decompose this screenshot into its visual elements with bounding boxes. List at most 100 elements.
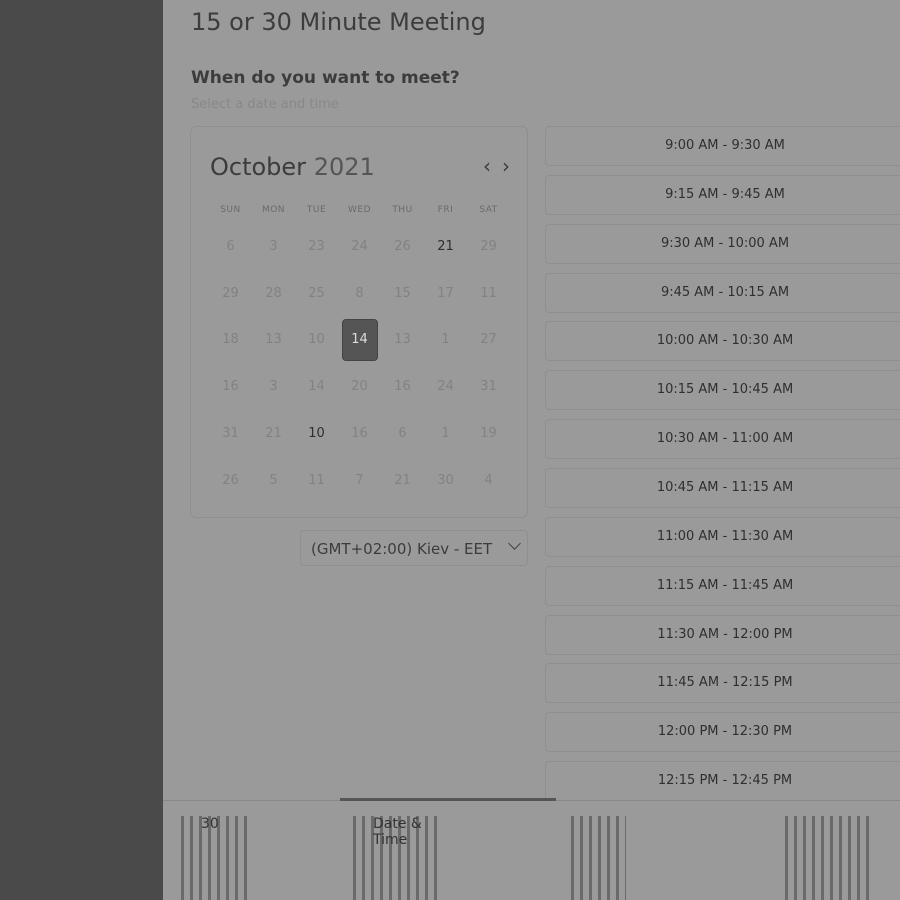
calendar-day: 26 xyxy=(394,238,411,254)
scheduler-panel: 15 or 30 Minute Meeting When do you want… xyxy=(163,0,900,900)
calendar-day: 11 xyxy=(308,472,325,488)
calendar-day: 18 xyxy=(222,332,239,348)
calendar-day: 13 xyxy=(265,332,282,348)
time-slot-label: 9:00 AM - 9:30 AM xyxy=(665,138,785,153)
calendar-day: 24 xyxy=(351,238,368,254)
calendar-day: 1 xyxy=(441,332,450,348)
calendar-day: 19 xyxy=(480,426,497,442)
calendar-day: 14 xyxy=(308,379,325,395)
calendar-day: 4 xyxy=(484,472,493,488)
calendar-day: 25 xyxy=(308,285,325,301)
calendar-day: 15 xyxy=(394,285,411,301)
calendar-day: 17 xyxy=(437,285,454,301)
time-slot-button[interactable]: 11:15 AM - 11:45 AM xyxy=(545,565,900,606)
weekday-label: THU xyxy=(392,205,413,215)
chevron-left-icon[interactable]: ‹ xyxy=(483,155,491,177)
time-slot-button[interactable]: 10:15 AM - 10:45 AM xyxy=(545,370,900,411)
calendar-day: 16 xyxy=(394,379,411,395)
time-slot-label: 11:00 AM - 11:30 AM xyxy=(656,528,794,544)
calendar-day: 21 xyxy=(265,426,282,442)
time-slot-label: 11:45 AM - 12:15 PM xyxy=(657,675,793,691)
time-slot-button[interactable]: 12:15 PM - 12:45 PM xyxy=(545,761,900,802)
calendar-day: 5 xyxy=(269,472,278,488)
time-slot-button[interactable]: 12:00 PM - 12:30 PM xyxy=(545,712,900,753)
time-slot-button[interactable]: 9:15 AM - 9:45 AM xyxy=(545,174,900,215)
day-number: 14 xyxy=(341,318,378,361)
left-panel xyxy=(0,0,163,900)
calendar-day-selected[interactable]: 14 xyxy=(338,317,381,364)
page-title: 15 or 30 Minute Meeting xyxy=(191,8,486,36)
year-name: 2021 xyxy=(313,153,375,181)
calendar-day: 29 xyxy=(222,285,239,301)
time-slot-button[interactable]: 11:30 AM - 12:00 PM xyxy=(545,614,900,655)
calendar-day: 23 xyxy=(308,238,325,254)
time-slot-button[interactable]: 11:45 AM - 12:15 PM xyxy=(545,663,900,704)
tab-icon xyxy=(785,816,870,900)
month-name: October xyxy=(210,153,307,181)
calendar-day: 8 xyxy=(355,285,364,301)
calendar-day: 13 xyxy=(394,332,411,348)
section-subtitle: Select a date and time xyxy=(191,97,339,112)
calendar-day: 21 xyxy=(394,472,411,488)
weekday-label: SAT xyxy=(479,205,498,215)
calendar-day: 3 xyxy=(269,238,278,254)
time-slot-label: 9:15 AM - 9:45 AM xyxy=(665,186,785,202)
time-slot-button[interactable]: 9:45 AM - 10:15 AM xyxy=(545,272,900,313)
calendar-day: 24 xyxy=(437,379,454,395)
active-tab-indicator xyxy=(340,798,556,801)
time-slot-button[interactable]: 10:45 AM - 11:15 AM xyxy=(545,467,900,508)
calendar-day: 11 xyxy=(480,285,497,301)
calendar-day: 27 xyxy=(480,332,497,348)
time-slot-button[interactable]: 10:00 AM - 10:30 AM xyxy=(545,321,900,362)
calendar-day: 6 xyxy=(226,238,235,254)
time-slot-button[interactable]: 11:00 AM - 11:30 AM xyxy=(545,516,900,557)
weekday-header: SUN MON TUE WED THU FRI SAT xyxy=(209,205,509,215)
tab-label: 30 xyxy=(201,816,219,832)
tab-duration[interactable]: 30 xyxy=(181,816,251,900)
calendar-day: 31 xyxy=(222,426,239,442)
time-slot-label: 10:15 AM - 10:45 AM xyxy=(656,382,794,398)
timezone-select[interactable]: (GMT+02:00) Kiev - EET xyxy=(300,530,528,566)
calendar-day: 10 xyxy=(308,332,325,348)
weekday-label: SUN xyxy=(220,205,241,215)
calendar-day: 16 xyxy=(351,426,368,442)
time-slot-label: 12:15 PM - 12:45 PM xyxy=(657,773,793,789)
chevron-down-icon xyxy=(508,537,521,550)
time-slot-label: 11:30 AM - 12:00 PM xyxy=(657,626,793,642)
chevron-right-icon[interactable]: › xyxy=(502,155,510,177)
calendar-day[interactable]: 10 xyxy=(295,410,338,457)
tab-confirm[interactable] xyxy=(785,816,870,900)
calendar-day: 16 xyxy=(222,379,239,395)
calendar-day: 29 xyxy=(480,238,497,254)
time-slot-label: 12:00 PM - 12:30 PM xyxy=(657,724,793,740)
calendar-day: 30 xyxy=(437,472,454,488)
tab-date-time[interactable]: Date & Time xyxy=(353,816,443,900)
time-slot-label: 10:00 AM - 10:30 AM xyxy=(656,333,794,349)
time-slot-label: 10:30 AM - 11:00 AM xyxy=(656,431,794,447)
time-slot-label: 9:45 AM - 10:15 AM xyxy=(660,284,790,300)
calendar-day[interactable]: 21 xyxy=(424,223,467,270)
calendar-day: 26 xyxy=(222,472,239,488)
time-slot-button[interactable]: 9:30 AM - 10:00 AM xyxy=(545,223,900,264)
weekday-label: FRI xyxy=(437,205,454,215)
calendar-grid: 6 3 23 24 26 21 29 29 28 25 8 15 17 11 18 13 10 14 13 1 27 16… xyxy=(209,223,510,504)
calendar-day: 6 xyxy=(398,426,407,442)
calendar-day: 3 xyxy=(269,379,278,395)
weekday-label: TUE xyxy=(306,205,327,215)
tab-label: Date & Time xyxy=(373,816,422,848)
weekday-label: MON xyxy=(261,205,286,215)
time-slot-button[interactable]: 9:00 AM - 9:30 AM xyxy=(545,126,900,166)
calendar-day: 1 xyxy=(441,426,450,442)
tab-details[interactable] xyxy=(571,816,626,900)
calendar-day: 31 xyxy=(480,379,497,395)
weekday-label: WED xyxy=(347,205,371,215)
date-picker: October 2021 ‹ › SUN MON TUE WED THU FRI SAT 6… xyxy=(190,126,528,518)
calendar-day: 28 xyxy=(265,285,282,301)
month-label: October 2021 xyxy=(210,153,375,181)
time-slot-label: 9:30 AM - 10:00 AM xyxy=(660,235,790,251)
time-slot-button[interactable]: 10:30 AM - 11:00 AM xyxy=(545,419,900,460)
timezone-label: (GMT+02:00) Kiev - EET xyxy=(311,540,493,558)
section-heading: When do you want to meet? xyxy=(191,68,460,88)
tab-icon xyxy=(571,816,626,900)
time-slot-label: 11:15 AM - 11:45 AM xyxy=(656,577,794,593)
